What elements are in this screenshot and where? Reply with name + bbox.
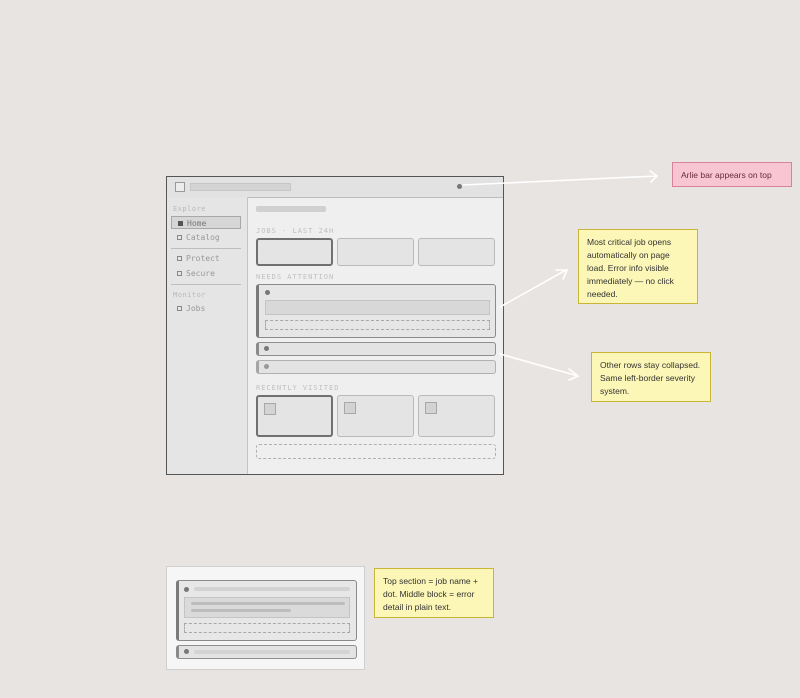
note-arlie: Arlie bar appears on top <box>672 162 792 187</box>
note-detail: Top section = job name + dot. Middle blo… <box>374 568 494 618</box>
arrow-critical <box>499 269 567 308</box>
arrow-collapsed <box>499 353 579 377</box>
note-collapsed: Other rows stay collapsed. Same left-bor… <box>591 352 711 402</box>
job-name-placeholder <box>194 650 350 654</box>
error-text-line <box>191 602 345 605</box>
note-critical: Most critical job opens automatically on… <box>578 229 698 304</box>
expanded-row-detail <box>176 580 357 641</box>
action-placeholder <box>184 623 350 633</box>
severity-dot-icon <box>184 649 189 654</box>
detail-inset <box>166 566 365 670</box>
severity-dot-icon <box>184 587 189 592</box>
collapsed-row-detail <box>176 645 357 659</box>
arrow-arlie <box>462 175 658 186</box>
job-name-placeholder <box>194 587 350 591</box>
error-text-line <box>191 609 291 612</box>
error-detail-block <box>184 597 350 618</box>
